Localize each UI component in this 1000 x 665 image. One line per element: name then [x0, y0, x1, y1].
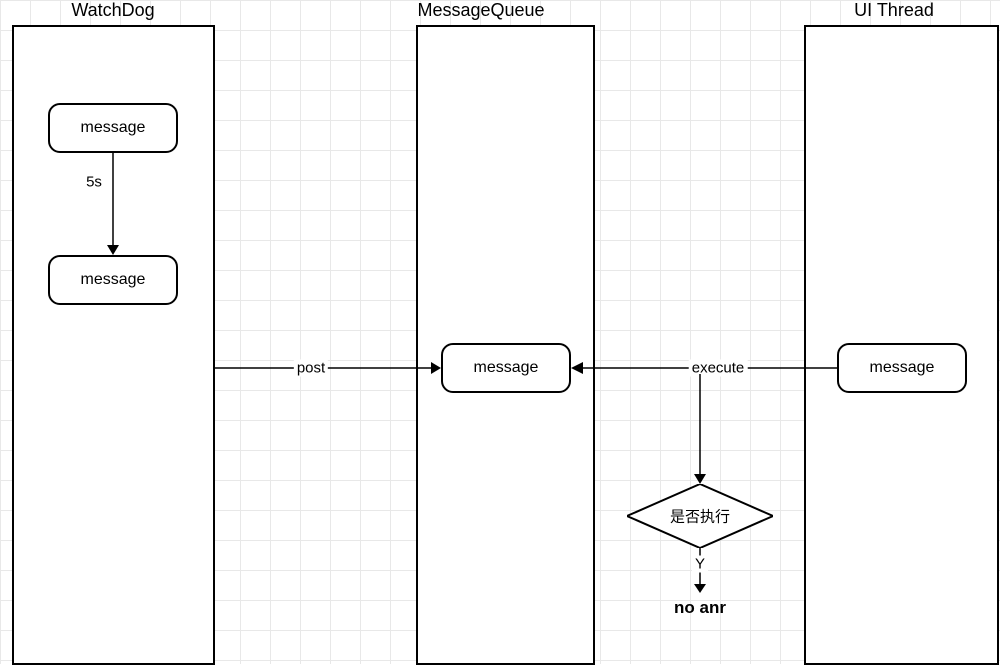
arrow-to-decision — [694, 374, 706, 484]
box-watchdog-msg1: message — [48, 103, 178, 153]
arrow-watchdog-interval — [107, 153, 119, 255]
decision-diamond: 是否执行 — [627, 484, 773, 548]
box-watchdog-msg2: message — [48, 255, 178, 305]
title-messagequeue: MessageQueue — [417, 0, 544, 21]
label-interval: 5s — [83, 174, 105, 191]
box-messagequeue-msg: message — [441, 343, 571, 393]
title-uithread: UI Thread — [854, 0, 934, 21]
result-noanr: no anr — [674, 598, 726, 618]
label-decision: 是否执行 — [670, 506, 730, 527]
label-yes: Y — [692, 556, 708, 573]
label-post: post — [294, 360, 328, 377]
title-watchdog: WatchDog — [71, 0, 154, 21]
box-uithread-msg: message — [837, 343, 967, 393]
